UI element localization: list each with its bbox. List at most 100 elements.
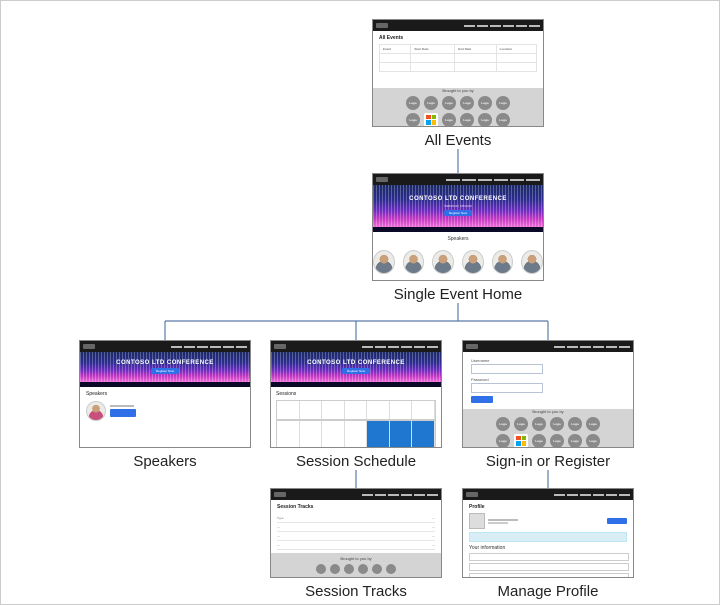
hero-title: CONTOSO LTD CONFERENCE	[409, 196, 507, 202]
nav-bar	[271, 341, 441, 352]
sponsors-heading: Brought to you by	[532, 409, 563, 414]
register-button[interactable]: Register Now	[342, 368, 370, 374]
sponsors-heading: Brought to you by	[442, 88, 473, 93]
sponsor-logo: Logo	[568, 434, 582, 448]
register-button[interactable]: Register Now	[444, 210, 472, 216]
avatar-icon	[492, 250, 514, 274]
profile-field[interactable]	[469, 553, 629, 561]
avatar-icon	[521, 250, 543, 274]
save-button[interactable]	[607, 518, 627, 524]
sponsor-logo	[358, 564, 368, 574]
speaker-card	[86, 401, 244, 421]
sponsor-logo	[372, 564, 382, 574]
tracks-heading: Session Tracks	[277, 504, 435, 510]
thumb-single-event-home: CONTOSO LTD CONFERENCE 5/28/2019 | 6/5/2…	[372, 173, 544, 281]
avatar-icon	[462, 250, 484, 274]
nav-bar	[373, 174, 543, 185]
avatar-icon	[373, 250, 395, 274]
sessions-heading: Sessions	[276, 391, 436, 397]
details-button[interactable]	[110, 409, 136, 417]
nav-bar	[271, 489, 441, 500]
events-table: Event Start Date End Date Location	[379, 44, 537, 72]
col-title: Type	[277, 516, 284, 520]
node-speakers[interactable]: CONTOSO LTD CONFERENCE Register Now Spea…	[79, 340, 251, 471]
col-1: Start Date	[411, 45, 455, 54]
sponsor-logo: Logo	[496, 96, 510, 110]
microsoft-logo-icon	[424, 113, 438, 127]
sponsor-logo: Logo	[550, 434, 564, 448]
username-field[interactable]	[471, 364, 543, 374]
caption-all-events: All Events	[372, 132, 544, 150]
profile-heading: Profile	[469, 504, 627, 510]
brand-icon	[466, 492, 478, 497]
sponsor-logo: Logo	[442, 113, 456, 127]
sponsor-logo: Logo	[586, 417, 600, 431]
sponsors-strip: Brought to you by	[271, 553, 441, 577]
info-banner	[469, 532, 627, 542]
caption-session-tracks: Session Tracks	[270, 583, 442, 601]
sign-in-button[interactable]	[471, 396, 493, 403]
sponsor-logo: Logo	[442, 96, 456, 110]
sponsor-logo: Logo	[460, 113, 474, 127]
microsoft-logo-icon	[514, 434, 528, 448]
nav-bar	[463, 489, 633, 500]
node-session-schedule[interactable]: CONTOSO LTD CONFERENCE Register Now Sess…	[270, 340, 442, 471]
thumb-session-tracks: Session Tracks Type— —— —— —— Brought to…	[270, 488, 442, 578]
session-block[interactable]	[390, 421, 413, 447]
speakers-heading: Speakers	[86, 391, 244, 397]
profile-field[interactable]	[469, 563, 629, 571]
sponsors-heading: Brought to you by	[340, 556, 371, 561]
avatar-icon	[86, 401, 106, 421]
hero-banner: CONTOSO LTD CONFERENCE 5/28/2019 | 6/5/2…	[373, 185, 543, 232]
thumb-all-events: All Events Event Start Date End Date Loc…	[372, 19, 544, 127]
hero-banner: CONTOSO LTD CONFERENCE Register Now	[80, 352, 250, 387]
session-block[interactable]	[367, 421, 390, 447]
hero-title: CONTOSO LTD CONFERENCE	[116, 360, 214, 366]
col-2: End Date	[455, 45, 496, 54]
thumb-sign-in: Username Password Brought to you by Logo…	[462, 340, 634, 448]
brand-icon	[376, 23, 388, 28]
node-single-event-home[interactable]: CONTOSO LTD CONFERENCE 5/28/2019 | 6/5/2…	[372, 173, 544, 304]
username-label: Username	[471, 358, 625, 363]
schedule-header-row	[276, 400, 436, 420]
node-session-tracks[interactable]: Session Tracks Type— —— —— —— Brought to…	[270, 488, 442, 601]
caption-single-event-home: Single Event Home	[372, 286, 544, 304]
sponsor-logo: Logo	[460, 96, 474, 110]
avatar-icon	[469, 513, 485, 529]
sponsor-logo: Logo	[532, 434, 546, 448]
hero-subtitle: 5/28/2019 | 6/5/2019	[444, 204, 471, 208]
node-manage-profile[interactable]: Profile Your information Man	[462, 488, 634, 601]
nav-bar	[463, 341, 633, 352]
sponsor-logo	[344, 564, 354, 574]
sponsor-logo: Logo	[406, 113, 420, 127]
sponsor-logo: Logo	[478, 113, 492, 127]
sponsor-logo	[316, 564, 326, 574]
col-0: Event	[380, 45, 411, 54]
avatar-icon	[432, 250, 454, 274]
caption-speakers: Speakers	[79, 453, 251, 471]
node-sign-in[interactable]: Username Password Brought to you by Logo…	[462, 340, 634, 471]
thumb-session-schedule: CONTOSO LTD CONFERENCE Register Now Sess…	[270, 340, 442, 448]
sponsor-logo: Logo	[514, 417, 528, 431]
caption-manage-profile: Manage Profile	[462, 583, 634, 601]
sponsor-logo: Logo	[496, 434, 510, 448]
sponsor-logo: Logo	[406, 96, 420, 110]
speakers-heading: Speakers	[373, 232, 543, 242]
node-all-events[interactable]: All Events Event Start Date End Date Loc…	[372, 19, 544, 150]
sponsor-logo: Logo	[478, 96, 492, 110]
speaker-avatars	[373, 242, 543, 274]
sponsor-logo	[330, 564, 340, 574]
page-heading: All Events	[379, 35, 537, 41]
session-block[interactable]	[412, 421, 435, 447]
nav-bar	[80, 341, 250, 352]
brand-icon	[83, 344, 95, 349]
sponsor-logo: Logo	[496, 113, 510, 127]
sponsor-logo: Logo	[532, 417, 546, 431]
password-label: Password	[471, 377, 625, 382]
password-field[interactable]	[471, 383, 543, 393]
section-title: Your information	[469, 545, 627, 551]
hero-banner: CONTOSO LTD CONFERENCE Register Now	[271, 352, 441, 387]
profile-field[interactable]	[469, 573, 629, 578]
register-button[interactable]: Register Now	[151, 368, 179, 374]
hero-title: CONTOSO LTD CONFERENCE	[307, 360, 405, 366]
